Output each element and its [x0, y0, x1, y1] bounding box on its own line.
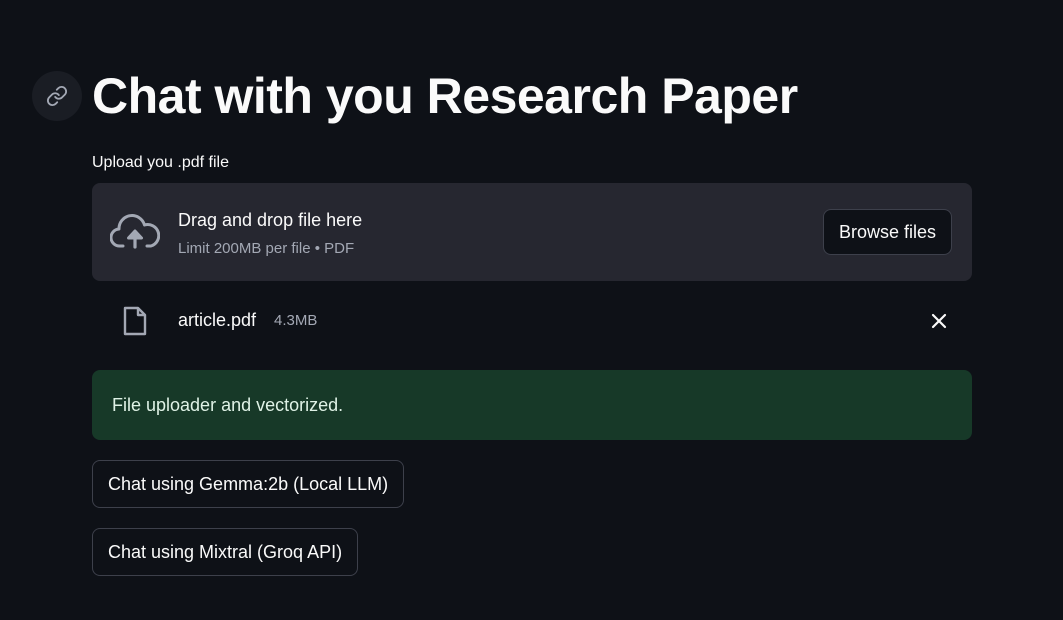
file-icon	[123, 306, 147, 336]
app-page: Chat with you Research Paper Upload you …	[0, 0, 1063, 620]
file-size: 4.3MB	[274, 312, 318, 329]
browse-files-button[interactable]: Browse files	[822, 209, 952, 255]
remove-file-button[interactable]	[926, 308, 952, 334]
uploader-label: Upload you .pdf file	[92, 154, 229, 171]
link-icon	[46, 85, 68, 107]
anchor-link-button[interactable]	[32, 71, 82, 121]
close-icon	[931, 313, 947, 329]
dropzone-subtitle: Limit 200MB per file • PDF	[178, 240, 355, 257]
success-alert-text: File uploader and vectorized.	[112, 394, 344, 415]
success-alert: File uploader and vectorized.	[92, 370, 972, 440]
cloud-upload-icon	[110, 214, 160, 249]
file-name: article.pdf	[178, 310, 257, 330]
dropzone-title: Drag and drop file here	[178, 210, 363, 230]
uploaded-file-row: article.pdf 4.3MB	[92, 296, 972, 346]
chat-gemma-button[interactable]: Chat using Gemma:2b (Local LLM)	[92, 460, 405, 508]
chat-mixtral-button[interactable]: Chat using Mixtral (Groq API)	[92, 528, 359, 576]
file-dropzone[interactable]: Drag and drop file here Limit 200MB per …	[92, 183, 972, 281]
page-title: Chat with you Research Paper	[92, 68, 798, 124]
